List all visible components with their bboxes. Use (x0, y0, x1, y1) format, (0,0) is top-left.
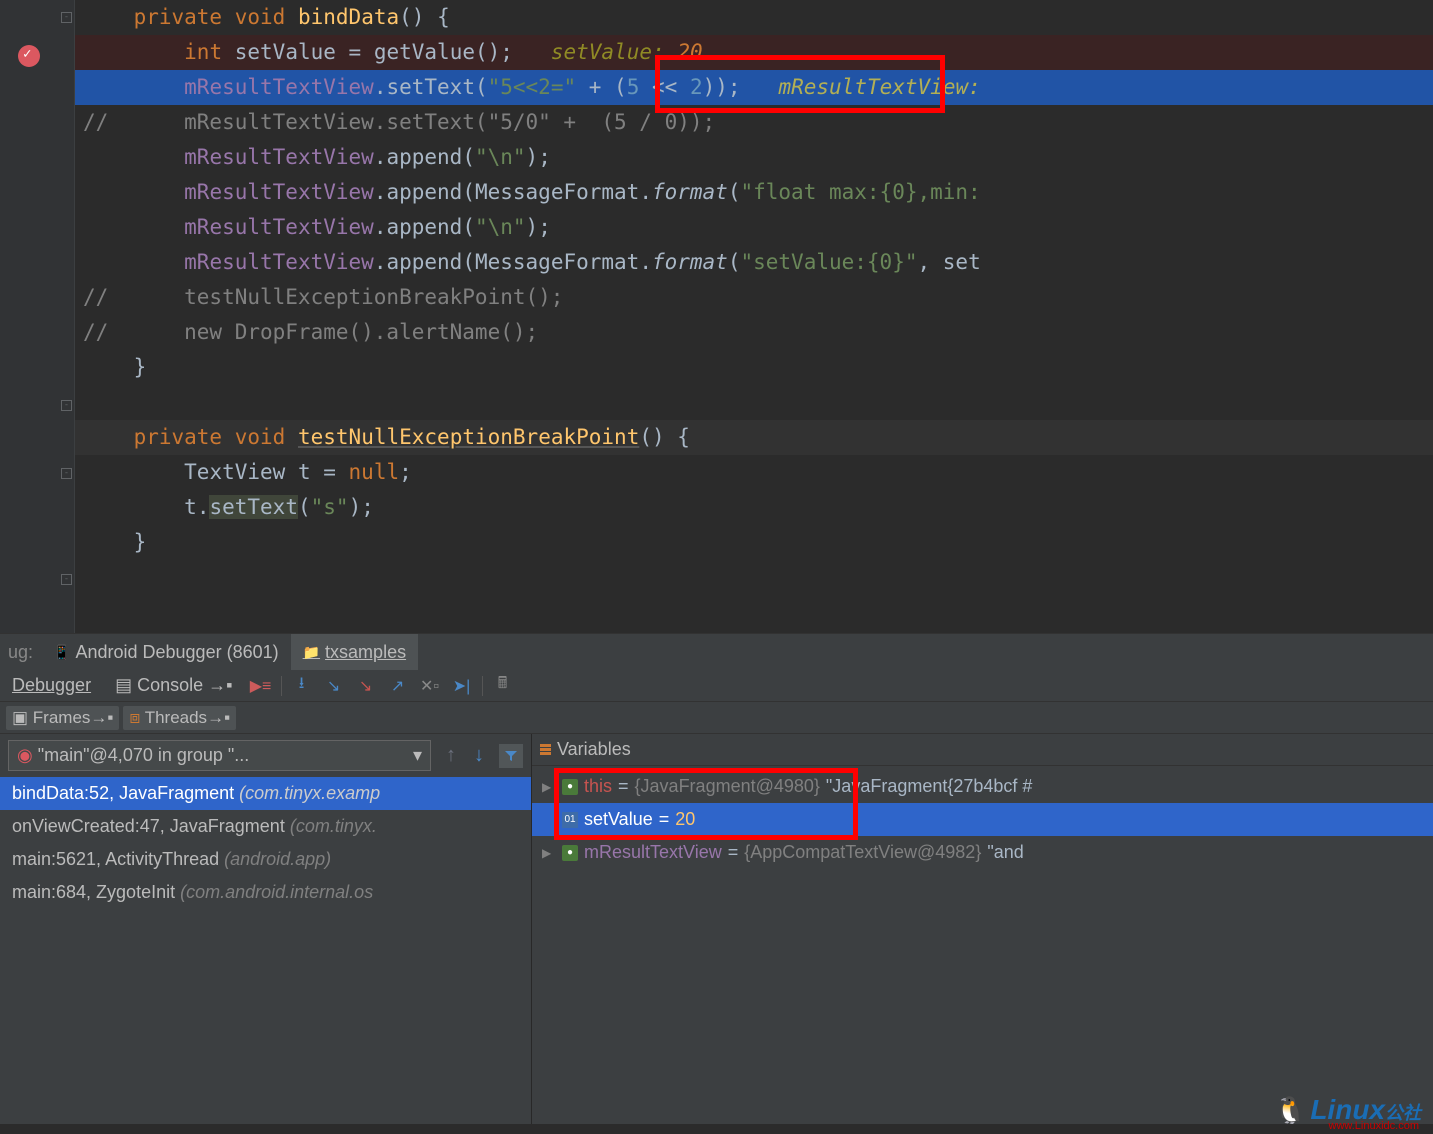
variables-header: Variables (532, 734, 1433, 766)
frames-icon: ▣ (12, 708, 28, 727)
prev-frame-icon[interactable]: ↑ (439, 744, 463, 768)
variable-item[interactable]: ▶ ● this = {JavaFragment@4980} "JavaFrag… (532, 770, 1433, 803)
code-editor[interactable]: - - - - private void bindData() { int se… (0, 0, 1433, 633)
chevron-down-icon: ▾ (413, 745, 422, 766)
expand-icon[interactable]: ▶ (542, 780, 556, 794)
code-line: // testNullExceptionBreakPoint(); (75, 280, 1433, 315)
frame-item[interactable]: main:5621, ActivityThread (android.app) (0, 843, 531, 876)
penguin-icon: 🐧 (1274, 1095, 1306, 1126)
code-line: mResultTextView.append(MessageFormat.for… (75, 245, 1433, 280)
code-line: private void bindData() { (75, 0, 1433, 35)
thread-icon: ◉ (17, 745, 33, 765)
frame-list[interactable]: bindData:52, JavaFragment (com.tinyx.exa… (0, 777, 531, 909)
step-out-icon[interactable]: ↗ (386, 674, 410, 698)
code-line: private void testNullExceptionBreakPoint… (75, 420, 1433, 455)
threads-icon: ⧈ (129, 708, 140, 727)
expand-icon[interactable]: ▶ (542, 846, 556, 860)
thread-combo[interactable]: ◉ "main"@4,070 in group "... ▾ (8, 740, 431, 771)
code-line: } (75, 350, 1433, 385)
debug-tabs: ug: 📱Android Debugger (8601) 📁txsamples (0, 634, 1433, 670)
editor-gutter: - - - - (0, 0, 75, 633)
console-tab-button[interactable]: ▤ Console →▪ (107, 673, 240, 698)
watermark: 🐧 Linux公社 www.Linuxidc.com (1274, 1094, 1421, 1126)
frames-threads-toolbar: ▣ Frames→▪ ⧈ Threads→▪ (0, 702, 1433, 734)
tab-txsamples[interactable]: 📁txsamples (291, 634, 418, 670)
code-line: t.setText("s"); (75, 490, 1433, 525)
code-line (75, 385, 1433, 420)
debug-toolbar: Debugger ▤ Console →▪ ▶≡ ⭳ ↘ ↘ ↗ ✕▫ ➤| 🖩 (0, 670, 1433, 702)
code-line: TextView t = null; (75, 455, 1433, 490)
code-line: mResultTextView.append("\n"); (75, 140, 1433, 175)
filter-icon[interactable] (499, 744, 523, 768)
code-line-breakpoint: int setValue = getValue(); setValue: 20 (75, 35, 1433, 70)
run-to-cursor-icon[interactable]: ➤| (450, 674, 474, 698)
debug-panel: ug: 📱Android Debugger (8601) 📁txsamples … (0, 633, 1433, 1124)
thread-selector-row: ◉ "main"@4,070 in group "... ▾ ↑ ↓ (0, 734, 531, 777)
breakpoint-icon[interactable] (18, 45, 40, 67)
variables-icon (540, 744, 551, 755)
step-into-icon[interactable]: ↘ (322, 674, 346, 698)
code-line: mResultTextView.append("\n"); (75, 210, 1433, 245)
force-step-into-icon[interactable]: ↘ (354, 674, 378, 698)
device-icon: 📱 (53, 644, 70, 661)
code-line-current: mResultTextView.setText("5<<2=" + (5 << … (75, 70, 1433, 105)
frames-panel: ◉ "main"@4,070 in group "... ▾ ↑ ↓ bindD… (0, 734, 532, 1124)
code-area[interactable]: private void bindData() { int setValue =… (75, 0, 1433, 633)
fold-icon[interactable]: - (61, 400, 72, 411)
next-frame-icon[interactable]: ↓ (467, 744, 491, 768)
variable-item[interactable]: 01 setValue = 20 (532, 803, 1433, 836)
code-line: // new DropFrame().alertName(); (75, 315, 1433, 350)
frame-item[interactable]: main:684, ZygoteInit (com.android.intern… (0, 876, 531, 909)
object-icon: ● (562, 845, 578, 861)
variables-list[interactable]: ▶ ● this = {JavaFragment@4980} "JavaFrag… (532, 766, 1433, 869)
show-ee-icon[interactable]: ▶≡ (249, 674, 273, 698)
code-line: mResultTextView.append(MessageFormat.for… (75, 175, 1433, 210)
inline-debug-hint: setValue: (551, 40, 665, 64)
code-line: } (75, 525, 1433, 560)
frames-button[interactable]: ▣ Frames→▪ (6, 706, 119, 730)
debug-content: ◉ "main"@4,070 in group "... ▾ ↑ ↓ bindD… (0, 734, 1433, 1124)
fold-icon[interactable]: - (61, 468, 72, 479)
fold-icon[interactable]: - (61, 574, 72, 585)
tab-android-debugger[interactable]: 📱Android Debugger (8601) (41, 634, 291, 670)
step-over-icon[interactable]: ⭳ (290, 674, 314, 698)
folder-icon: 📁 (303, 644, 320, 661)
variables-panel: Variables ▶ ● this = {JavaFragment@4980}… (532, 734, 1433, 1124)
frame-item[interactable]: bindData:52, JavaFragment (com.tinyx.exa… (0, 777, 531, 810)
threads-button[interactable]: ⧈ Threads→▪ (123, 706, 236, 730)
variable-item[interactable]: ▶ ● mResultTextView = {AppCompatTextView… (532, 836, 1433, 869)
fold-icon[interactable]: - (61, 12, 72, 23)
frame-item[interactable]: onViewCreated:47, JavaFragment (com.tiny… (0, 810, 531, 843)
object-icon: ● (562, 779, 578, 795)
drop-frame-icon[interactable]: ✕▫ (418, 674, 442, 698)
tab-prefix: ug: (0, 642, 41, 663)
console-icon: ▤ (115, 675, 132, 695)
debugger-tab-button[interactable]: Debugger (4, 673, 99, 698)
evaluate-icon[interactable]: 🖩 (491, 674, 515, 698)
primitive-icon: 01 (562, 812, 578, 828)
code-line: // mResultTextView.setText("5/0" + (5 / … (75, 105, 1433, 140)
